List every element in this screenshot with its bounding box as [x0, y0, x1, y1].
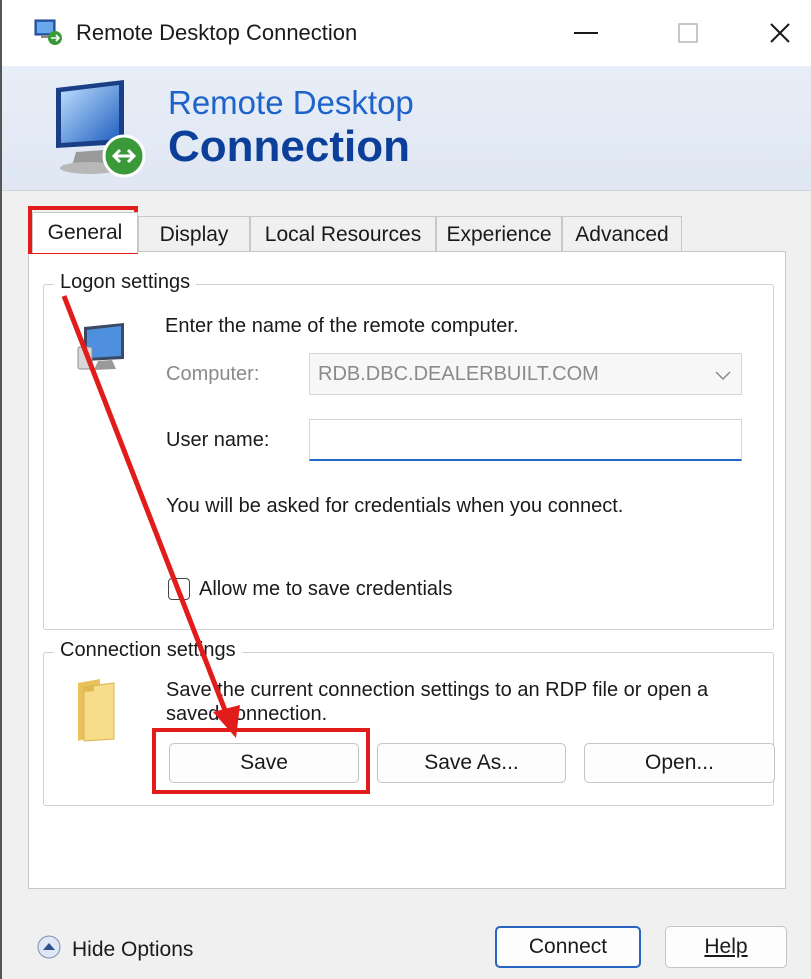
connection-settings-legend: Connection settings — [54, 639, 242, 662]
general-tab-panel: Logon settings Enter the name of the rem… — [28, 251, 786, 889]
connection-description-line2: saved connection. — [166, 703, 328, 725]
save-as-button-label: Save As... — [424, 751, 519, 774]
save-button[interactable]: Save — [169, 743, 359, 783]
logon-settings-group: Logon settings Enter the name of the rem… — [43, 271, 774, 630]
monitor-connect-icon — [46, 74, 156, 189]
hide-options-label: Hide Options — [72, 938, 194, 961]
logon-instruction: Enter the name of the remote computer. — [165, 315, 519, 337]
minimize-button[interactable] — [556, 10, 616, 56]
logon-settings-legend: Logon settings — [54, 271, 197, 294]
rdc-window: Remote Desktop Connection Remote Desktop… — [0, 0, 811, 979]
connection-settings-group: Connection settings Save the current con… — [43, 639, 775, 806]
tab-label: Display — [159, 222, 229, 246]
banner-title-line2: Connection — [168, 122, 410, 171]
save-as-button[interactable]: Save As... — [377, 743, 566, 783]
help-button[interactable]: Help — [665, 926, 787, 968]
save-button-label: Save — [240, 751, 288, 774]
title-bar: Remote Desktop Connection — [2, 0, 811, 66]
credentials-note: You will be asked for credentials when y… — [166, 495, 624, 517]
folder-icon — [74, 677, 120, 748]
tab-local-resources[interactable]: Local Resources — [250, 216, 436, 252]
banner: Remote Desktop Connection — [2, 66, 811, 190]
computer-value: RDB.DBC.DEALERBUILT.COM — [318, 363, 599, 385]
tab-label: Local Resources — [264, 222, 422, 246]
hide-options-toggle[interactable]: Hide Options — [36, 934, 193, 966]
tab-label: General — [47, 221, 123, 244]
connect-button-label: Connect — [528, 935, 608, 958]
connect-button[interactable]: Connect — [495, 926, 641, 968]
tab-general[interactable]: General — [32, 212, 138, 253]
connection-description-line1: Save the current connection settings to … — [166, 679, 709, 701]
chevron-up-circle-icon — [36, 934, 62, 966]
tab-label: Advanced — [575, 222, 669, 246]
banner-divider — [2, 190, 811, 199]
tab-advanced[interactable]: Advanced — [562, 216, 682, 252]
tab-experience[interactable]: Experience — [436, 216, 562, 252]
open-button[interactable]: Open... — [584, 743, 775, 783]
help-button-label: Help — [704, 935, 748, 958]
tab-display[interactable]: Display — [138, 216, 250, 252]
rdc-app-icon — [34, 18, 64, 51]
tab-label: Experience — [446, 222, 552, 246]
chevron-down-icon — [715, 368, 731, 386]
close-button[interactable] — [750, 10, 810, 56]
banner-title-line1: Remote Desktop — [168, 84, 414, 121]
username-input[interactable] — [309, 419, 742, 461]
maximize-button[interactable] — [658, 10, 718, 56]
allow-save-credentials-checkbox[interactable] — [168, 578, 190, 600]
computer-combobox[interactable]: RDB.DBC.DEALERBUILT.COM — [309, 353, 742, 395]
computer-label: Computer: — [166, 363, 260, 385]
open-button-label: Open... — [645, 751, 714, 774]
window-title: Remote Desktop Connection — [76, 20, 358, 45]
allow-save-credentials-label[interactable]: Allow me to save credentials — [199, 578, 452, 601]
close-icon — [770, 23, 790, 43]
computer-icon — [76, 319, 136, 382]
username-label: User name: — [166, 429, 270, 451]
